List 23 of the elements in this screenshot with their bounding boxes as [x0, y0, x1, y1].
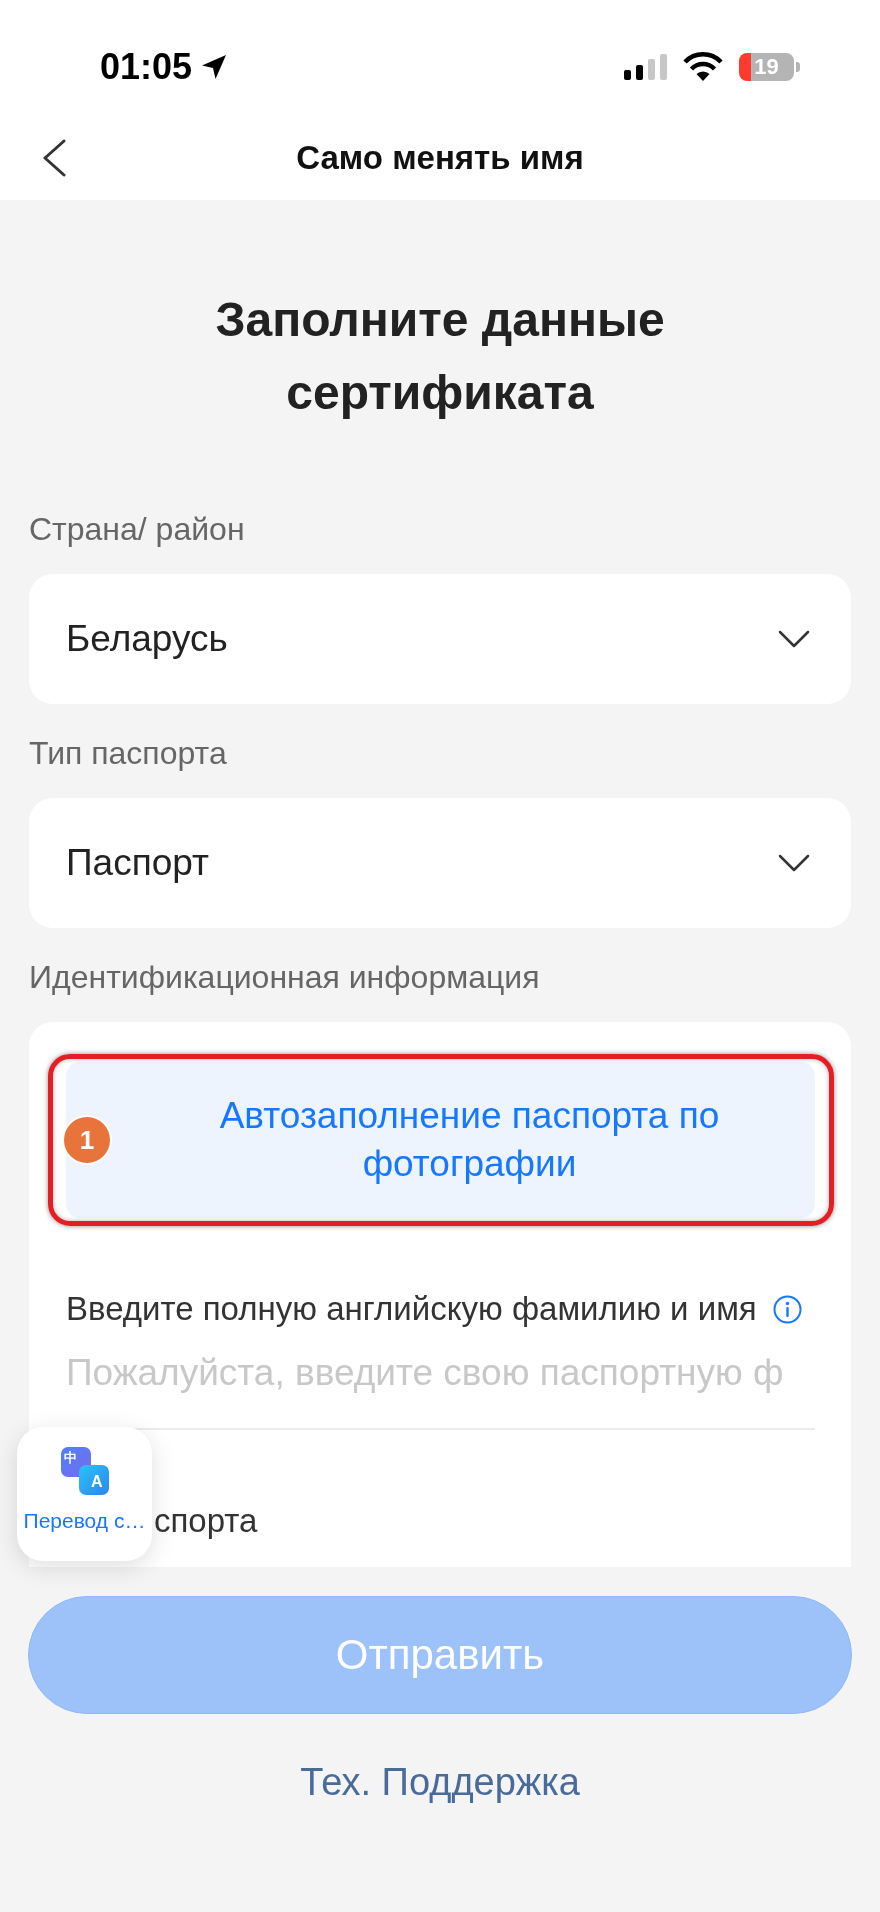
chevron-down-icon	[778, 854, 810, 872]
battery-terminal-icon	[796, 61, 800, 72]
translate-button[interactable]: 中 A Перевод с…	[17, 1427, 152, 1561]
select-field[interactable]: Беларусь	[29, 574, 851, 704]
field-label: Страна/ район	[29, 511, 246, 547]
page-title: Само менять имя	[296, 137, 584, 178]
latin-letter-tile: A	[78, 1465, 109, 1495]
chevron-left-icon	[42, 138, 66, 177]
support-link[interactable]: Тех. Поддержка	[300, 1760, 580, 1804]
location-arrow-icon	[200, 52, 229, 81]
wifi-icon	[682, 51, 724, 82]
field-label: спорта	[154, 1501, 258, 1541]
section-label: Идентификационная информация	[29, 959, 541, 995]
form-heading: Заполните данные сертификата	[214, 292, 666, 421]
select-field[interactable]: Паспорт	[29, 798, 851, 928]
battery-level: 19	[739, 52, 794, 81]
back-button[interactable]	[42, 138, 66, 177]
chevron-down-icon	[778, 630, 810, 648]
field-label: Введите полную английскую фамилию и имя	[66, 1289, 757, 1329]
signal-icon	[624, 53, 667, 80]
field-label: Тип паспорта	[29, 735, 228, 771]
status-time: 01:05	[100, 46, 193, 87]
info-icon[interactable]	[772, 1294, 802, 1324]
